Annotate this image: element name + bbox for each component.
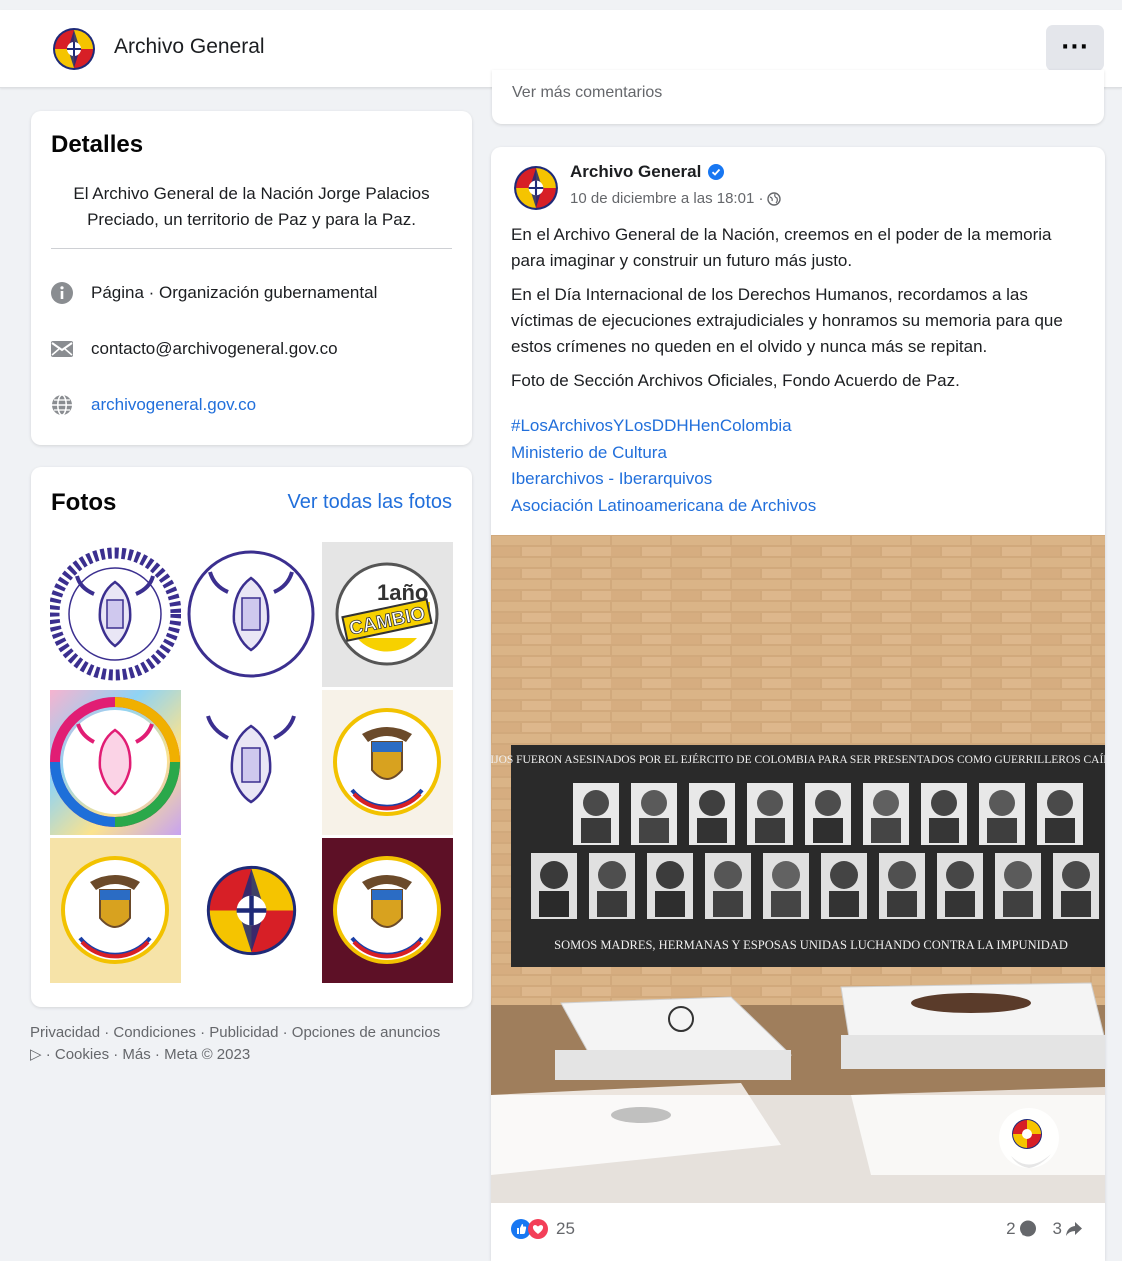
post-card: Archivo General 10 de diciembre a las 18… bbox=[491, 147, 1105, 1261]
photo-thumbnail[interactable] bbox=[50, 690, 181, 835]
category-row: Página · Organización gubernamental bbox=[49, 279, 377, 307]
comment-icon bbox=[1019, 1220, 1036, 1237]
ad-choices-icon: ▷ bbox=[30, 1046, 42, 1063]
see-all-photos-link[interactable]: Ver todas las fotos bbox=[287, 491, 452, 514]
engagement-counts: 2 3 bbox=[1006, 1219, 1083, 1239]
email-text[interactable]: contacto@archivogeneral.gov.co bbox=[91, 339, 338, 359]
more-comments-link[interactable]: Ver más comentarios bbox=[512, 84, 662, 102]
details-card: Detalles El Archivo General de la Nación… bbox=[31, 111, 472, 445]
post-paragraph: En el Día Internacional de los Derechos … bbox=[511, 285, 1063, 356]
footer-line-2: ▷ · Cookies · Más · Meta © 2023 bbox=[30, 1044, 470, 1066]
post-author: Archivo General bbox=[570, 162, 725, 182]
reactions-summary[interactable]: 25 bbox=[511, 1219, 575, 1239]
website-row: archivogeneral.gov.co bbox=[49, 391, 256, 419]
divider bbox=[51, 248, 452, 249]
post-author-name[interactable]: Archivo General bbox=[570, 162, 701, 182]
previous-post-card: Ver más comentarios bbox=[492, 70, 1104, 124]
globe-icon bbox=[767, 191, 782, 206]
photo-thumbnail[interactable] bbox=[186, 542, 317, 687]
photo-thumbnail[interactable] bbox=[186, 838, 317, 983]
post-timestamp[interactable]: 10 de diciembre a las 18:01 · bbox=[570, 190, 763, 207]
post-meta: 10 de diciembre a las 18:01 · bbox=[570, 190, 782, 207]
reactions-count: 25 bbox=[556, 1219, 575, 1238]
tag-link[interactable]: Iberarchivos - Iberarquivos bbox=[511, 466, 816, 493]
tag-link[interactable]: Ministerio de Cultura bbox=[511, 440, 816, 467]
footer-links: Privacidad · Condiciones · Publicidad · … bbox=[30, 1022, 470, 1066]
watermark-logo bbox=[999, 1108, 1059, 1168]
email-row: contacto@archivogeneral.gov.co bbox=[49, 335, 338, 363]
photos-card: Fotos Ver todas las fotos 1año CAMBIO bbox=[31, 467, 472, 1007]
photo-grid: 1año CAMBIO bbox=[50, 542, 453, 983]
footer-line-1[interactable]: Privacidad · Condiciones · Publicidad · … bbox=[30, 1022, 470, 1044]
share-icon bbox=[1066, 1222, 1082, 1236]
photo-thumbnail[interactable] bbox=[50, 542, 181, 687]
page-title[interactable]: Archivo General bbox=[114, 35, 265, 59]
author-avatar[interactable] bbox=[513, 165, 559, 211]
website-link[interactable]: archivogeneral.gov.co bbox=[91, 395, 256, 415]
photo-thumbnail[interactable] bbox=[322, 838, 453, 983]
verified-badge-icon bbox=[708, 164, 725, 180]
info-icon bbox=[49, 280, 75, 306]
photo-thumbnail[interactable] bbox=[50, 838, 181, 983]
photo-thumbnail[interactable] bbox=[322, 690, 453, 835]
archivo-logo-icon[interactable] bbox=[52, 27, 96, 71]
category-text: Página · Organización gubernamental bbox=[91, 283, 378, 302]
more-options-button[interactable]: ··· bbox=[1046, 25, 1104, 71]
love-reaction-icon bbox=[528, 1219, 548, 1239]
banner-top-text: NUESTROS HIJOS FUERON ASESINADOS POR EL … bbox=[491, 752, 1105, 766]
post-paragraph: Foto de Sección Archivos Oficiales, Fond… bbox=[511, 371, 960, 390]
post-photo[interactable]: NUESTROS HIJOS FUERON ASESINADOS POR EL … bbox=[491, 535, 1105, 1203]
envelope-icon bbox=[49, 336, 75, 362]
globe-icon bbox=[49, 392, 75, 418]
photos-title: Fotos bbox=[51, 489, 117, 516]
post-tags: #LosArchivosYLosDDHHenColombia Ministeri… bbox=[511, 413, 816, 519]
tag-link[interactable]: Asociación Latinoamericana de Archivos bbox=[511, 493, 816, 520]
banner-bottom-text: SOMOS MADRES, HERMANAS Y ESPOSAS UNIDAS … bbox=[554, 938, 1068, 952]
comments-count[interactable]: 2 bbox=[1006, 1219, 1015, 1239]
photo-thumbnail[interactable]: 1año CAMBIO bbox=[322, 542, 453, 687]
post-body: En el Archivo General de la Nación, cree… bbox=[511, 222, 1086, 402]
hashtag-link[interactable]: #LosArchivosYLosDDHHenColombia bbox=[511, 413, 816, 440]
photo-thumbnail[interactable] bbox=[186, 690, 317, 835]
footer-line-2-text[interactable]: · Cookies · Más · Meta © 2023 bbox=[46, 1046, 250, 1063]
details-title: Detalles bbox=[51, 131, 144, 158]
shares-count[interactable]: 3 bbox=[1053, 1219, 1062, 1239]
page-bio: El Archivo General de la Nación Jorge Pa… bbox=[73, 184, 430, 229]
post-paragraph: En el Archivo General de la Nación, cree… bbox=[511, 225, 1052, 270]
